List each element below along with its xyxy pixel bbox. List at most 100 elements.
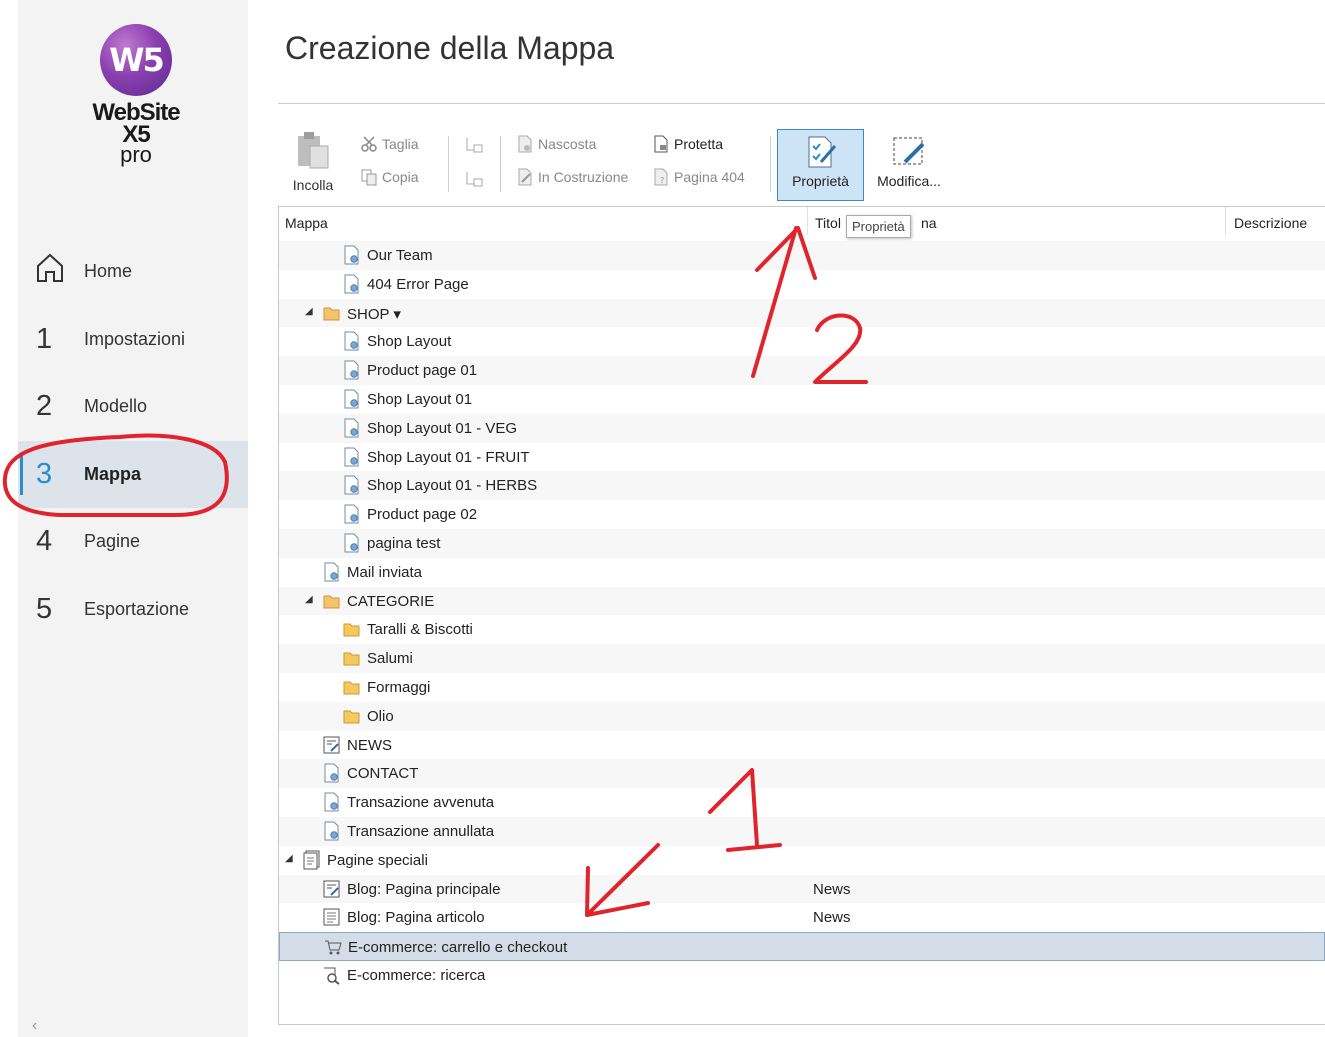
folder-open-icon	[323, 303, 341, 323]
tree-row[interactable]: 404 Error Page	[279, 270, 1325, 299]
cart-icon	[324, 937, 342, 957]
paste-button[interactable]: Incolla	[288, 130, 338, 193]
tree-row[interactable]: Shop Layout 01 - FRUIT	[279, 443, 1325, 472]
tree-row[interactable]: Blog: Pagina principale News	[279, 874, 1325, 904]
column-header-map[interactable]: Mappa	[285, 215, 328, 231]
svg-text:?: ?	[660, 176, 664, 185]
tree-row[interactable]: Formaggi	[279, 673, 1325, 702]
expand-toggle-icon[interactable]: ◢	[305, 594, 313, 605]
nav-label: Mappa	[84, 463, 142, 484]
blog-icon	[323, 879, 341, 899]
folder-icon	[343, 677, 361, 697]
tree-row-label: Product page 02	[367, 506, 478, 524]
tree-row-label: CATEGORIE	[347, 592, 435, 610]
home-icon	[36, 252, 84, 292]
properties-button-content[interactable]: Proprietà	[777, 134, 864, 189]
nav-pagine[interactable]: 4 Pagine	[18, 508, 248, 576]
tree-row-label: 404 Error Page	[367, 275, 469, 293]
nav-label: Home	[84, 261, 133, 282]
nav-mappa[interactable]: 3 Mappa	[18, 440, 248, 508]
article-icon	[323, 907, 341, 927]
tree-row-title: News	[813, 880, 851, 898]
logo-mark: W5	[100, 24, 172, 96]
page404-label: Pagina 404	[674, 169, 745, 185]
move-up-button[interactable]	[464, 136, 488, 154]
hidden-label: Nascosta	[538, 136, 597, 152]
protected-button[interactable]: Protetta	[652, 135, 723, 153]
tree-row[interactable]: ◢ CATEGORIE	[279, 586, 1325, 616]
tree-row[interactable]: ◢ SHOP ▾	[279, 298, 1325, 328]
folder-icon	[343, 619, 361, 639]
collapse-sidebar-icon[interactable]: ‹	[32, 1017, 37, 1035]
tree-row[interactable]: E-commerce: ricerca	[279, 961, 1325, 990]
tree-row[interactable]: Taralli & Biscotti	[279, 615, 1325, 644]
tree-row[interactable]: Our Team	[279, 241, 1325, 270]
tree-row-label: SHOP ▾	[347, 305, 401, 323]
toolbar-separator	[770, 136, 771, 192]
tree-row[interactable]: Salumi	[279, 644, 1325, 673]
edit-button[interactable]: Modifica...	[872, 134, 946, 189]
expand-toggle-icon[interactable]: ◢	[285, 853, 293, 864]
paste-icon	[298, 132, 329, 169]
tree-row[interactable]: ◢ Pagine speciali	[279, 846, 1325, 875]
tree-row[interactable]: Shop Layout 01 - HERBS	[279, 471, 1325, 501]
page404-button[interactable]: ? Pagina 404	[652, 168, 745, 186]
tree-row[interactable]: Transazione avvenuta	[279, 788, 1325, 817]
column-header-description[interactable]: Descrizione	[1234, 215, 1307, 231]
search-page-icon	[323, 965, 341, 985]
site-map-tree: Mappa Titol na Descrizione Proprietà Our…	[278, 206, 1325, 1025]
toolbar-separator	[500, 136, 501, 192]
paste-label: Incolla	[292, 177, 334, 193]
tree-row-label: Shop Layout 01 - VEG	[367, 419, 518, 437]
copy-icon	[361, 169, 377, 186]
nav-number: 3	[36, 457, 53, 490]
tree-rows: Our Team 404 Error Page ◢ SHOP ▾ Shop Layout…	[279, 231, 1325, 990]
tree-row[interactable]: NEWS	[279, 731, 1325, 760]
edit-label: Modifica...	[877, 173, 941, 189]
tree-row[interactable]: Product page 02	[279, 500, 1325, 529]
blog-icon	[323, 735, 341, 755]
tree-row-label: Olio	[367, 707, 394, 725]
tree-row[interactable]: pagina test	[279, 528, 1325, 558]
folder-open-icon	[323, 591, 341, 611]
hidden-button[interactable]: Nascosta	[516, 135, 596, 153]
tree-row-label: E-commerce: ricerca	[347, 966, 486, 984]
page-icon	[343, 504, 361, 524]
tree-row-title: News	[813, 909, 851, 927]
tree-row[interactable]: Shop Layout	[279, 327, 1325, 356]
tree-row-label: Mail inviata	[347, 563, 423, 581]
tree-row[interactable]: Shop Layout 01	[279, 385, 1325, 414]
nav-number: 4	[36, 525, 53, 558]
column-header-title[interactable]: Titol	[815, 215, 841, 231]
outdent-icon	[466, 172, 483, 187]
tree-row[interactable]: Shop Layout 01 - VEG	[279, 413, 1325, 443]
tree-row[interactable]: Transazione annullata	[279, 816, 1325, 846]
tree-row[interactable]: Product page 01	[279, 356, 1325, 385]
tree-row[interactable]: CONTACT	[279, 759, 1325, 789]
tree-row-label: Shop Layout 01 - FRUIT	[367, 448, 530, 466]
nav-home[interactable]: Home	[18, 238, 248, 306]
expand-toggle-icon[interactable]: ◢	[305, 306, 313, 317]
move-down-button[interactable]	[464, 170, 488, 188]
edit-icon	[893, 137, 925, 165]
tree-row[interactable]: Olio	[279, 701, 1325, 731]
step-nav: Home 1 Impostazioni 2 Modello 3 Mappa 4 …	[18, 238, 248, 643]
tree-row-label: Transazione avvenuta	[347, 794, 495, 812]
tree-row[interactable]: Mail inviata	[279, 558, 1325, 587]
toolbar: Incolla Taglia Copia Nascosta In Costruz…	[278, 122, 1325, 206]
page-icon	[343, 447, 361, 467]
special-pages-icon	[303, 850, 321, 870]
nav-modello[interactable]: 2 Modello	[18, 373, 248, 441]
scissors-icon	[361, 136, 377, 152]
folder-icon	[343, 706, 361, 726]
under-construction-button[interactable]: In Costruzione	[516, 168, 628, 186]
cut-button[interactable]: Taglia	[360, 135, 419, 153]
tree-row[interactable]: E-commerce: carrello e checkout	[279, 932, 1325, 961]
hidden-page-icon	[518, 135, 532, 153]
copy-button[interactable]: Copia	[360, 168, 419, 186]
tree-row-clipped	[279, 231, 1325, 241]
properties-icon	[808, 136, 836, 168]
tree-row[interactable]: Blog: Pagina articolo News	[279, 903, 1325, 932]
nav-impostazioni[interactable]: 1 Impostazioni	[18, 306, 248, 374]
nav-esportazione[interactable]: 5 Esportazione	[18, 576, 248, 644]
